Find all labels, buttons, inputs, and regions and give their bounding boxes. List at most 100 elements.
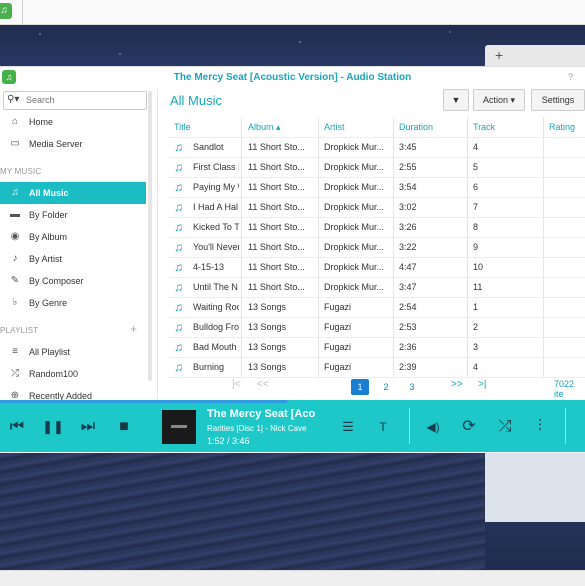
page-1-button[interactable]: 1	[351, 379, 369, 395]
cell-title: Kicked To T	[193, 222, 239, 232]
page-3-button[interactable]: 3	[403, 379, 421, 395]
shuffle-icon[interactable]: ⤮	[492, 414, 518, 440]
sidebar-item-by-genre[interactable]: ♭ By Genre	[0, 292, 146, 314]
equalizer-icon[interactable]: ⫶	[527, 414, 553, 440]
sidebar-scrollbar[interactable]	[148, 91, 152, 381]
stop-icon[interactable]: ■	[111, 414, 137, 440]
window-title: The Mercy Seat [Acoustic Version] - Audi…	[173, 72, 412, 83]
music-note-icon: ♫	[174, 320, 183, 334]
sidebar-item-all-playlist[interactable]: ≡ All Playlist	[0, 341, 146, 363]
column-divider	[467, 177, 468, 197]
column-divider[interactable]	[318, 117, 319, 137]
add-playlist-icon[interactable]: +	[130, 322, 137, 336]
help-icon[interactable]: ?	[568, 72, 573, 82]
column-divider	[393, 317, 394, 337]
next-track-icon[interactable]: ⏭	[75, 414, 101, 440]
sidebar-item-by-folder[interactable]: ▬ By Folder	[0, 204, 146, 226]
table-row[interactable]: ♫ You'll Never 11 Short Sto... Dropkick Mur…	[167, 237, 585, 258]
cell-duration: 2:55	[399, 162, 417, 172]
pause-icon[interactable]: ❚❚	[40, 414, 66, 440]
column-header-rating[interactable]: Rating	[549, 117, 575, 137]
column-divider	[241, 257, 242, 277]
sidebar-item-by-composer[interactable]: ✎ By Composer	[0, 270, 146, 292]
genre-icon: ♭	[12, 297, 18, 308]
repeat-icon[interactable]: ⟳	[456, 414, 482, 440]
music-note-icon: ♫	[174, 220, 183, 234]
next-page-button[interactable]: >>	[451, 379, 463, 390]
sidebar-item-by-album[interactable]: ◉ By Album	[0, 226, 146, 248]
music-note-icon: ♫	[174, 180, 183, 194]
lyrics-icon[interactable]: T	[370, 414, 396, 440]
column-divider	[393, 177, 394, 197]
cell-track: 1	[473, 302, 479, 312]
column-divider[interactable]	[467, 117, 468, 137]
first-page-button[interactable]: |<	[232, 379, 240, 390]
column-divider[interactable]	[543, 117, 544, 137]
page-2-button[interactable]: 2	[377, 379, 395, 395]
table-row[interactable]: ♫ Until The N 11 Short Sto... Dropkick Mur.…	[167, 277, 585, 298]
table-row[interactable]: ♫ 4-15-13 11 Short Sto... Dropkick Mur... 4:…	[167, 257, 585, 278]
table-row[interactable]: ♫ I Had A Hal 11 Short Sto... Dropkick Mur.…	[167, 197, 585, 218]
playback-progress-bar[interactable]	[0, 400, 287, 403]
table-row[interactable]: ♫ Bulldog Fro 13 Songs Fugazi 2:53 2	[167, 317, 585, 338]
table-row[interactable]: ♫ First Class I 11 Short Sto... Dropkick Mu…	[167, 157, 585, 178]
sidebar-item-label: By Album	[29, 232, 68, 242]
previous-page-button[interactable]: <<	[257, 379, 269, 390]
table-row[interactable]: ♫ Bad Mouth 13 Songs Fugazi 2:36 3	[167, 337, 585, 358]
cell-artist: Dropkick Mur...	[324, 242, 385, 252]
music-note-icon: ♫	[174, 240, 183, 254]
sidebar-item-recently-added[interactable]: ⊕ Recently Added	[0, 385, 146, 401]
table-row[interactable]: ♫ Kicked To T 11 Short Sto... Dropkick Mur.…	[167, 217, 585, 238]
previous-track-icon[interactable]: ⏮	[4, 414, 30, 440]
column-divider[interactable]	[241, 117, 242, 137]
table-row[interactable]: ♫ Paying My \ 11 Short Sto... Dropkick Mur.…	[167, 177, 585, 198]
composer-icon: ✎	[10, 275, 20, 286]
column-header-artist[interactable]: Artist	[324, 117, 345, 137]
cell-track: 4	[473, 142, 479, 152]
settings-button[interactable]: Settings	[531, 89, 585, 111]
queue-icon[interactable]: ☰	[335, 414, 361, 440]
column-header-album[interactable]: Album ▴	[248, 117, 281, 137]
table-row[interactable]: ♫ Burning 13 Songs Fugazi 2:39 4	[167, 357, 585, 378]
album-cover[interactable]	[162, 410, 196, 444]
column-divider	[467, 257, 468, 277]
action-button[interactable]: Action ▾	[473, 89, 525, 111]
add-tab-icon[interactable]: +	[495, 47, 503, 63]
cell-title: 4-15-13	[193, 262, 225, 272]
cell-artist: Dropkick Mur...	[324, 282, 385, 292]
sidebar-item-media-server[interactable]: ▭ Media Server	[0, 133, 146, 155]
app-launcher-icon[interactable]: ♫	[0, 3, 12, 19]
cell-album: 11 Short Sto...	[248, 242, 305, 252]
taskbar	[0, 570, 585, 586]
column-divider	[393, 277, 394, 297]
sidebar-item-by-artist[interactable]: ♪ By Artist	[0, 248, 146, 270]
table-row[interactable]: ♫ Sandlot 11 Short Sto... Dropkick Mur... 3:…	[167, 137, 585, 158]
sidebar-item-home[interactable]: ⌂ Home	[0, 111, 146, 133]
column-header-title[interactable]: Title	[174, 117, 191, 137]
search-input[interactable]	[26, 93, 141, 106]
cell-duration: 2:53	[399, 322, 417, 332]
item-count: 7022 ite	[554, 379, 575, 399]
last-page-button[interactable]: >|	[478, 379, 486, 390]
volume-icon[interactable]: ◀)	[420, 414, 446, 440]
search-icon: ⚲▾	[7, 94, 20, 105]
cell-artist: Dropkick Mur...	[324, 142, 385, 152]
sidebar-item-all-music[interactable]: ♫ All Music	[0, 182, 146, 204]
column-divider	[543, 197, 544, 217]
column-divider	[393, 217, 394, 237]
main-panel: All Music ▼ Action ▾ Settings Title Albu…	[157, 89, 585, 401]
column-header-track[interactable]: Track	[473, 117, 495, 137]
filter-button[interactable]: ▼	[443, 89, 469, 111]
page-title: All Music	[170, 93, 223, 108]
background-window[interactable]: +	[485, 45, 585, 67]
cell-title: I Had A Hal	[193, 202, 239, 212]
column-header-duration[interactable]: Duration	[399, 117, 433, 137]
cell-album: 11 Short Sto...	[248, 182, 305, 192]
search-box[interactable]: ⚲▾	[3, 91, 147, 110]
column-divider	[318, 337, 319, 357]
sidebar-item-random100[interactable]: ⤮ Random100	[0, 363, 146, 385]
table-row[interactable]: ♫ Waiting Roo 13 Songs Fugazi 2:54 1	[167, 297, 585, 318]
column-divider[interactable]	[393, 117, 394, 137]
cell-album: 13 Songs	[248, 322, 287, 332]
cell-title: Bad Mouth	[193, 342, 237, 352]
